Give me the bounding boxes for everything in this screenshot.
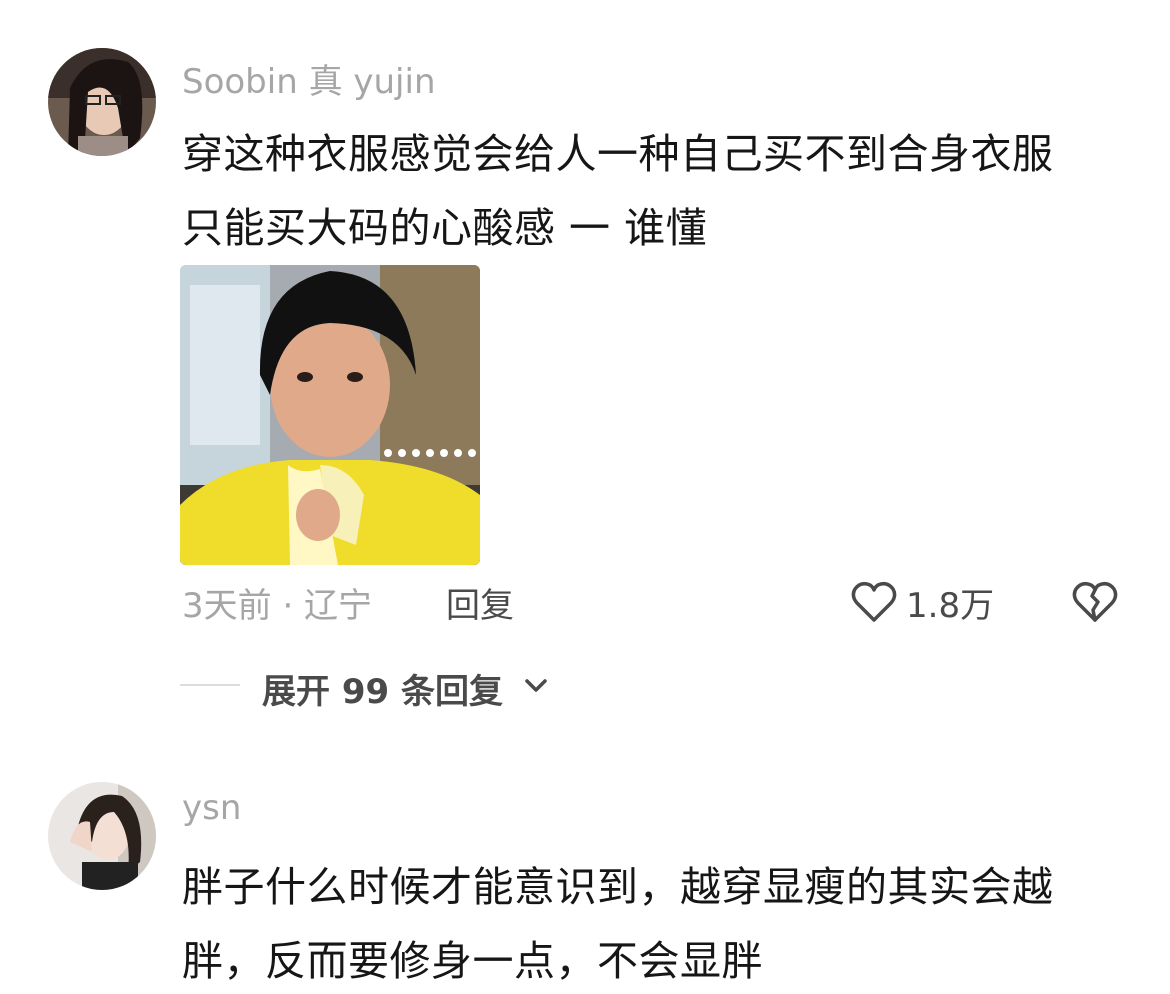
comment-text-line: 只能买大码的心酸感 一 谁懂	[182, 204, 708, 252]
broken-heart-icon[interactable]	[1072, 580, 1118, 624]
avatar[interactable]	[48, 782, 156, 890]
comment-text-line: 胖子什么时候才能意识到，越穿显瘦的其实会越	[182, 863, 1054, 911]
meme-image[interactable]	[180, 265, 480, 565]
username[interactable]: ysn	[182, 788, 241, 828]
chevron-down-icon[interactable]	[522, 672, 550, 698]
reply-button[interactable]: 回复	[446, 578, 514, 627]
username[interactable]: Soobin 真 yujin	[182, 54, 436, 103]
timestamp-location: 3天前 · 辽宁	[182, 586, 373, 626]
like-count: 1.8万	[906, 586, 995, 626]
avatar[interactable]	[48, 48, 156, 156]
heart-outline-icon[interactable]	[850, 580, 898, 624]
comment-text-line: 胖，反而要修身一点，不会显胖	[182, 937, 763, 985]
expand-divider	[180, 684, 240, 686]
expand-replies-button[interactable]: 展开 99 条回复	[262, 664, 503, 713]
comment-text-line: 穿这种衣服感觉会给人一种自己买不到合身衣服	[182, 130, 1054, 178]
